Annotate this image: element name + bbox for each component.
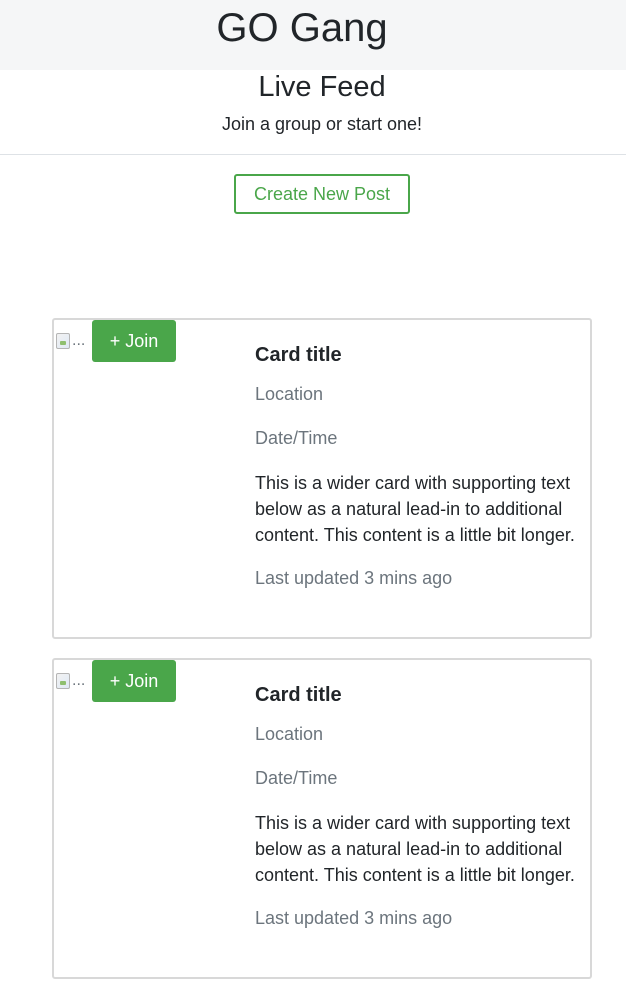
card-body: Card title Location Date/Time This is a … [255,682,575,930]
card-title: Card title [255,684,342,706]
post-card: ... + Join Card title Location Date/Time… [52,318,592,639]
page-subtitle: Join a group or start one! [221,114,423,134]
card-datetime: Date/Time [255,428,338,448]
card-image-alt: ... [72,332,86,349]
header-divider [0,154,626,155]
card-last-updated: Last updated 3 mins ago [255,568,453,588]
card-location: Location [255,724,324,744]
post-card: ... + Join Card title Location Date/Time… [52,658,592,979]
page-title: Live Feed [258,71,386,103]
join-button[interactable]: + Join [92,660,176,702]
card-title: Card title [255,344,342,366]
brand-title[interactable]: GO Gang [0,3,604,53]
broken-image-icon [56,333,70,349]
card-last-updated: Last updated 3 mins ago [255,908,453,928]
create-new-post-button[interactable]: Create New Post [234,174,410,214]
join-button[interactable]: + Join [92,320,176,362]
top-navbar: GO Gang [0,0,626,70]
card-image-alt: ... [72,672,86,689]
card-image: ... [56,670,92,692]
card-body: Card title Location Date/Time This is a … [255,342,575,590]
card-location: Location [255,384,324,404]
card-image: ... [56,330,92,352]
card-text: This is a wider card with supporting tex… [255,813,575,885]
card-datetime: Date/Time [255,768,338,788]
card-text: This is a wider card with supporting tex… [255,473,575,545]
broken-image-icon [56,673,70,689]
